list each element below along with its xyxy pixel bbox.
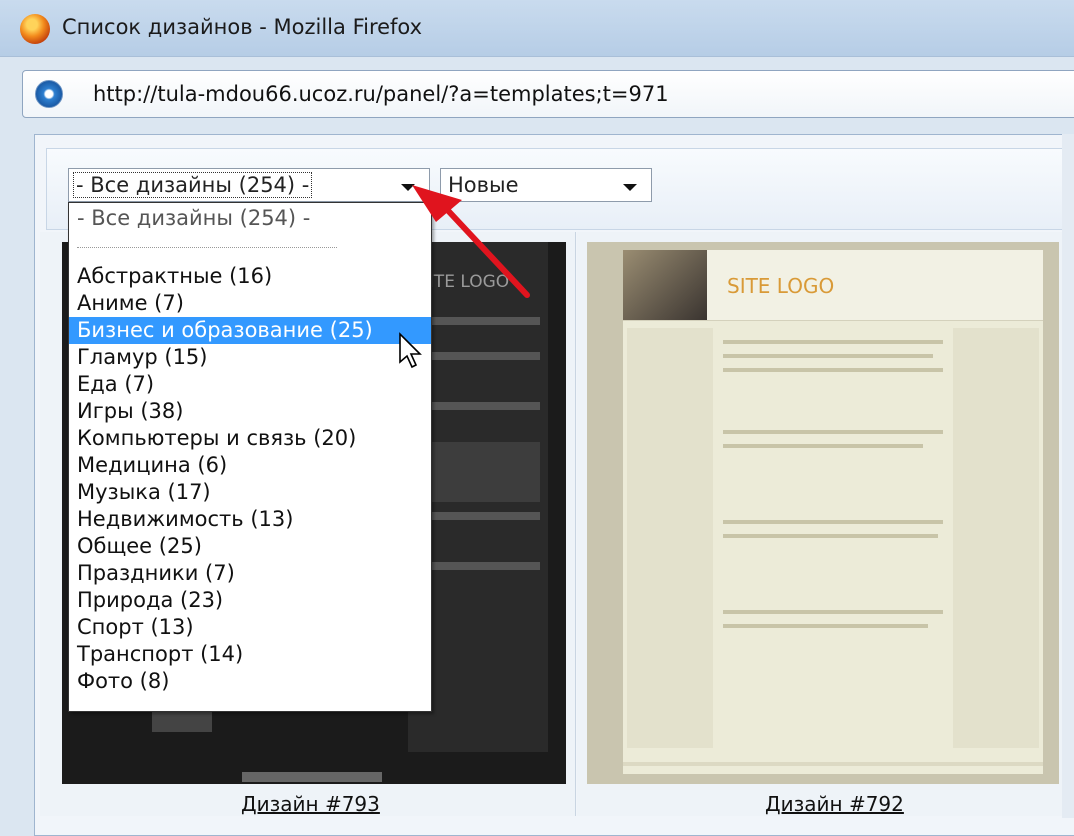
- sort-select-value: Новые: [448, 173, 519, 197]
- dropdown-option[interactable]: Еда (7): [69, 371, 431, 398]
- thumb-bar: [428, 317, 540, 325]
- dropdown-option[interactable]: Музыка (17): [69, 479, 431, 506]
- thumb-bar: [428, 352, 540, 360]
- firefox-icon: [20, 14, 50, 44]
- thumb-bar: [428, 562, 540, 570]
- dropdown-option[interactable]: - Все дизайны (254) -: [69, 205, 431, 232]
- dropdown-option-label: Праздники (7): [77, 561, 235, 585]
- design-link-793[interactable]: Дизайн #793: [241, 792, 380, 816]
- dropdown-option[interactable]: Спорт (13): [69, 614, 431, 641]
- thumb-right-column: [953, 328, 1039, 748]
- thumb-text-line: [723, 520, 943, 524]
- dropdown-option-label: Транспорт (14): [77, 642, 244, 666]
- thumb-header: SITE LOGO: [623, 250, 1043, 321]
- dropdown-option[interactable]: Фото (8): [69, 668, 431, 695]
- dropdown-option[interactable]: Общее (25): [69, 533, 431, 560]
- dropdown-option-label: Аниме (7): [77, 291, 184, 315]
- thumb-footer: [623, 762, 1043, 766]
- dropdown-option[interactable]: Транспорт (14): [69, 641, 431, 668]
- thumb-bar: [428, 512, 540, 520]
- thumb-page: SITE LOGO: [623, 250, 1043, 774]
- page-scrollbar[interactable]: [1062, 134, 1074, 818]
- thumb-left-column: [627, 328, 713, 748]
- dropdown-option-label: Компьютеры и связь (20): [77, 426, 357, 450]
- dropdown-option[interactable]: Гламур (15): [69, 344, 431, 371]
- dropdown-option[interactable]: Игры (38): [69, 398, 431, 425]
- thumb-image: [152, 712, 212, 732]
- dropdown-separator: [77, 247, 337, 248]
- category-dropdown-list[interactable]: - Все дизайны (254) - Абстрактные (16) А…: [68, 202, 432, 712]
- dropdown-option-label: Еда (7): [77, 372, 155, 396]
- dropdown-option-label: Фото (8): [77, 669, 170, 693]
- dropdown-option-label: Недвижимость (13): [77, 507, 294, 531]
- dropdown-option[interactable]: Праздники (7): [69, 560, 431, 587]
- thumb-text-line: [723, 610, 943, 614]
- thumb-text-line: [723, 368, 943, 372]
- category-select-value: - Все дизайны (254) -: [73, 172, 313, 198]
- category-select[interactable]: - Все дизайны (254) -: [68, 168, 497, 369]
- mouse-pointer-icon: [399, 332, 422, 369]
- dropdown-option[interactable]: Недвижимость (13): [69, 506, 431, 533]
- dropdown-option-label: Бизнес и образование (25): [77, 318, 373, 342]
- design-link-792[interactable]: Дизайн #792: [765, 792, 904, 816]
- dropdown-option-label: Природа (23): [77, 588, 224, 612]
- thumb-text-line: [723, 430, 943, 434]
- sort-select[interactable]: Новые: [440, 168, 652, 202]
- dropdown-option-label: Абстрактные (16): [77, 264, 273, 288]
- thumb-logo: SITE LOGO: [727, 274, 835, 298]
- thumb-text-line: [723, 624, 928, 628]
- thumb-text-line: [723, 354, 933, 358]
- url-text[interactable]: http://tula-mdou66.ucoz.ru/panel/?a=temp…: [93, 82, 669, 106]
- thumb-calendar: [428, 442, 540, 502]
- dropdown-option[interactable]: Медицина (6): [69, 452, 431, 479]
- dropdown-option-label: Гламур (15): [77, 345, 208, 369]
- dropdown-option-label: Музыка (17): [77, 480, 211, 504]
- thumb-text-line: [723, 534, 938, 538]
- thumb-text-line: [723, 340, 943, 344]
- thumb-bar: [428, 402, 540, 410]
- dropdown-option[interactable]: Аниме (7): [69, 290, 431, 317]
- window-titlebar: Список дизайнов - Mozilla Firefox: [0, 0, 1074, 57]
- thumb-text-line: [723, 444, 923, 448]
- design-thumbnail-792[interactable]: SITE LOGO: [587, 242, 1059, 784]
- address-bar[interactable]: http://tula-mdou66.ucoz.ru/panel/?a=temp…: [22, 70, 1074, 118]
- dropdown-option-label: - Все дизайны (254) -: [77, 206, 311, 230]
- dropdown-option-label: Спорт (13): [77, 615, 194, 639]
- dropdown-option-label: Общее (25): [77, 534, 202, 558]
- dropdown-option[interactable]: Компьютеры и связь (20): [69, 425, 431, 452]
- thumb-photo: [623, 250, 707, 320]
- dropdown-option[interactable]: Абстрактные (16): [69, 263, 431, 290]
- dropdown-option[interactable]: Природа (23): [69, 587, 431, 614]
- window-title: Список дизайнов - Mozilla Firefox: [62, 15, 423, 39]
- thumb-footer: [242, 772, 382, 782]
- dropdown-option-highlighted[interactable]: Бизнес и образование (25): [69, 317, 431, 344]
- dropdown-option-label: Медицина (6): [77, 453, 228, 477]
- site-icon: [35, 80, 63, 108]
- chevron-down-icon: [623, 184, 637, 191]
- chevron-down-icon: [401, 184, 415, 191]
- dropdown-option-label: Игры (38): [77, 399, 184, 423]
